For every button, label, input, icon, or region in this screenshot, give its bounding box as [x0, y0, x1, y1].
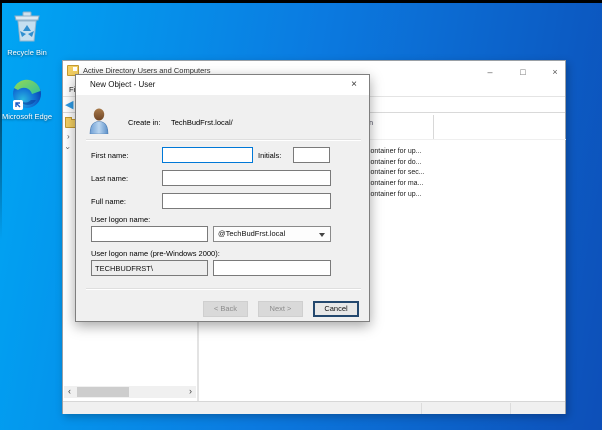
- shortcut-arrow-icon: [13, 100, 23, 110]
- desktop: Recycle Bin Microsoft Edge Active Direct…: [0, 0, 602, 430]
- last-name-input[interactable]: [162, 170, 331, 186]
- pre2000-label: User logon name (pre-Windows 2000):: [91, 249, 220, 258]
- desktop-icon-recycle-bin[interactable]: Recycle Bin: [0, 8, 54, 57]
- close-button[interactable]: ×: [546, 61, 564, 83]
- list-item[interactable]: container for up...: [367, 148, 421, 155]
- next-button: Next >: [258, 301, 303, 317]
- logon-domain-value: @TechBudFrst.local: [218, 229, 286, 238]
- cancel-button[interactable]: Cancel: [313, 301, 359, 317]
- edge-icon: [11, 79, 43, 111]
- scroll-right-icon[interactable]: ›: [185, 386, 196, 398]
- dialog-close-button[interactable]: ×: [343, 75, 365, 95]
- divider: [86, 288, 361, 290]
- scrollbar-thumb[interactable]: [77, 387, 129, 397]
- maximize-button[interactable]: □: [514, 61, 532, 83]
- first-name-label: First name:: [91, 151, 129, 160]
- initials-label: Initials:: [258, 151, 282, 160]
- divider: [86, 139, 361, 141]
- logon-name-label: User logon name:: [91, 215, 151, 224]
- horizontal-scrollbar[interactable]: ‹ ›: [64, 386, 196, 398]
- list-item[interactable]: container for sec...: [367, 169, 425, 176]
- create-in-label: Create in:: [128, 118, 161, 127]
- scroll-left-icon[interactable]: ‹: [64, 386, 75, 398]
- pre2000-input[interactable]: [213, 260, 331, 276]
- user-icon: [89, 108, 109, 139]
- first-name-input[interactable]: [162, 147, 253, 163]
- list-item[interactable]: container for up...: [367, 191, 421, 198]
- close-icon: ×: [351, 79, 357, 90]
- desktop-icon-edge[interactable]: Microsoft Edge: [0, 79, 54, 122]
- chevron-down-icon: [319, 233, 325, 237]
- column-divider[interactable]: [433, 115, 434, 139]
- logon-name-input[interactable]: [91, 226, 208, 242]
- initials-input[interactable]: [293, 147, 330, 163]
- recycle-bin-icon: [0, 8, 54, 47]
- dialog-titlebar[interactable]: New Object - User ×: [76, 75, 369, 95]
- status-bar: [63, 401, 565, 414]
- minimize-icon: –: [487, 67, 493, 77]
- tree-expanded-chevron-icon[interactable]: ›: [63, 147, 72, 150]
- full-name-input[interactable]: [162, 193, 331, 209]
- status-divider: [421, 403, 422, 414]
- dialog-title: New Object - User: [90, 80, 156, 89]
- new-object-user-dialog: New Object - User × Create in: TechBudFr…: [75, 74, 370, 322]
- capture-edge-top: [0, 0, 602, 3]
- list-item[interactable]: container for ma...: [367, 180, 423, 187]
- full-name-label: Full name:: [91, 197, 127, 206]
- last-name-label: Last name:: [91, 174, 129, 183]
- pre2000-prefix-field: [91, 260, 208, 276]
- list-item[interactable]: container for do...: [367, 159, 421, 166]
- status-divider: [510, 403, 511, 414]
- logon-domain-select[interactable]: @TechBudFrst.local: [213, 226, 331, 242]
- close-icon: ×: [552, 67, 558, 77]
- back-icon[interactable]: ◀: [65, 98, 73, 112]
- maximize-icon: □: [520, 67, 526, 77]
- create-in-value: TechBudFrst.local/: [171, 118, 233, 127]
- minimize-button[interactable]: –: [481, 61, 499, 83]
- tree-collapsed-chevron-icon[interactable]: ›: [67, 133, 70, 141]
- back-button: < Back: [203, 301, 248, 317]
- desktop-icon-label: Recycle Bin: [7, 47, 47, 57]
- desktop-icon-label: Microsoft Edge: [1, 112, 53, 121]
